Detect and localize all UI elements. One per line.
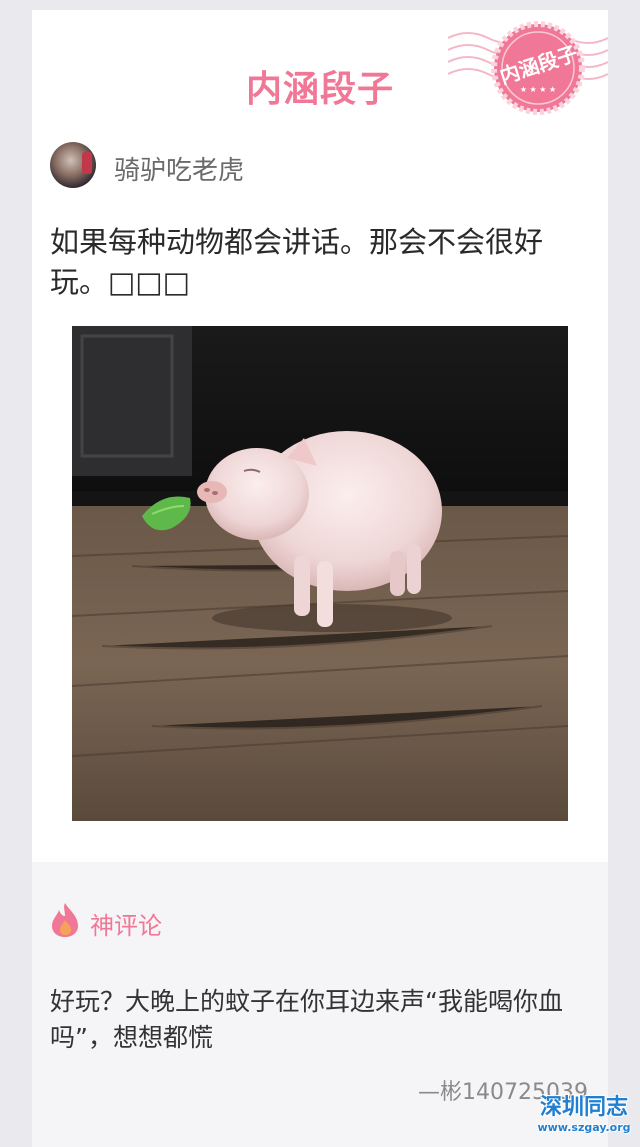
svg-text:★ ★ ★ ★: ★ ★ ★ ★	[520, 85, 556, 94]
post-card: 内涵段子 ★ ★ ★ ★ 内涵段子 骑驴吃老虎 如果每种动物都会讲话。那会不会很…	[32, 10, 608, 1147]
hot-comment-label: 神评论	[90, 912, 162, 940]
post-image[interactable]	[71, 326, 569, 821]
author-name[interactable]: 骑驴吃老虎	[114, 150, 244, 187]
comment-text: 好玩？大晚上的蚊子在你耳边来声“我能喝你血吗”，想想都慌	[50, 987, 563, 1052]
brand-stamp: ★ ★ ★ ★ 内涵段子	[486, 16, 590, 120]
fire-icon	[52, 903, 78, 937]
hot-comment-heading: 神评论	[50, 902, 350, 942]
avatar[interactable]	[50, 142, 96, 188]
hot-comment-panel: 神评论 好玩？大晚上的蚊子在你耳边来声“我能喝你血吗”，想想都慌 —彬14072…	[32, 862, 608, 1147]
header: 内涵段子 ★ ★ ★ ★ 内涵段子	[32, 10, 608, 140]
pig-photo-image	[71, 326, 569, 821]
watermark-main: 深圳同志	[539, 1095, 628, 1120]
watermark-url: www.szgay.org	[537, 1121, 631, 1134]
site-watermark: 深圳同志 www.szgay.org	[532, 1089, 636, 1134]
author-row[interactable]: 骑驴吃老虎	[50, 142, 450, 192]
post-text: 如果每种动物都会讲话。那会不会很好玩。□□□	[50, 225, 544, 299]
